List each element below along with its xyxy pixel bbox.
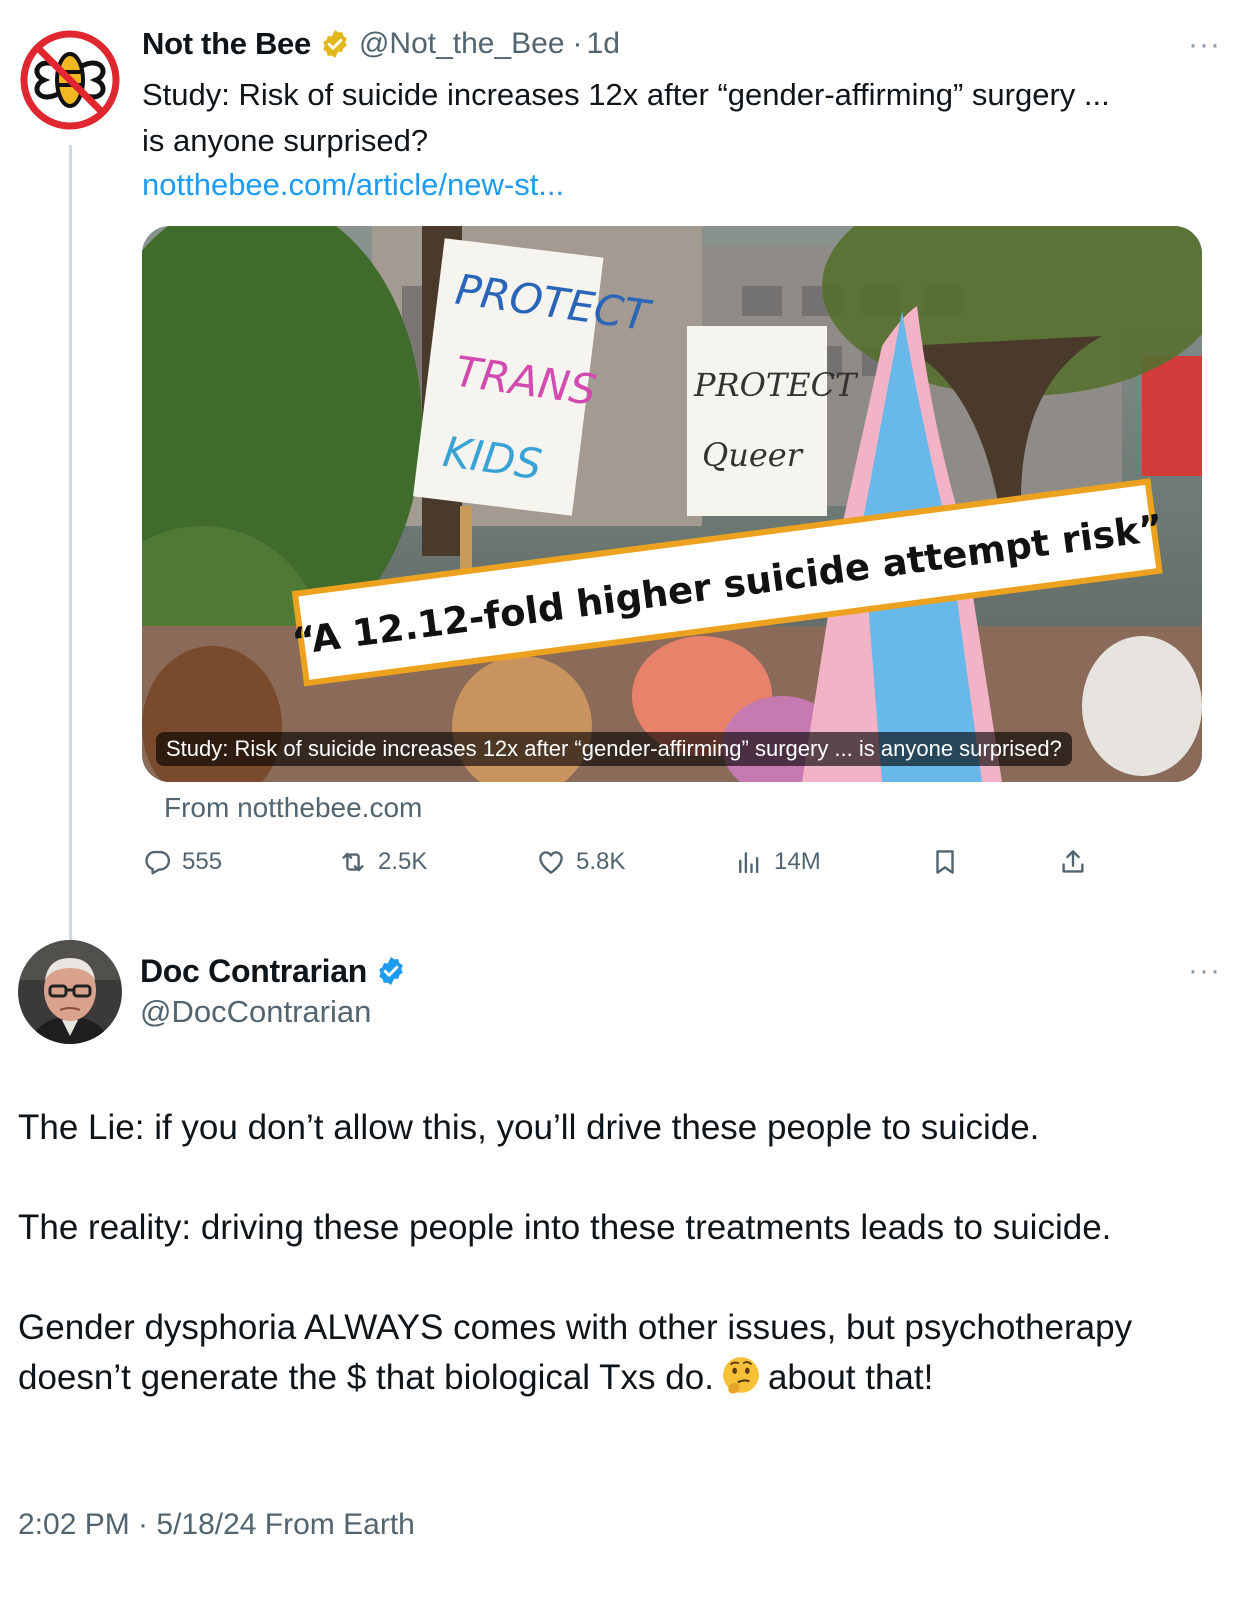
link-preview-card[interactable]: PROTECT TRANS KIDS PROTECT Queer “A 12.1… <box>142 226 1202 782</box>
parent-tweet-text: Study: Risk of suicide increases 12x aft… <box>142 72 1217 164</box>
repost-count: 2.5K <box>378 848 428 875</box>
views-button[interactable]: 14M <box>734 840 821 884</box>
author-handle[interactable]: @Not_the_Bee <box>359 27 565 61</box>
parent-text-line-1: Study: Risk of suicide increases 12x aft… <box>142 77 1110 112</box>
repost-button[interactable]: 2.5K <box>338 840 427 884</box>
like-button[interactable]: 5.8K <box>536 840 625 884</box>
repost-icon <box>342 852 364 872</box>
separator-dot: · <box>572 27 583 60</box>
main-author-name[interactable]: Doc Contrarian <box>140 953 367 990</box>
paragraph-3-text: Gender dysphoria ALWAYS comes with other… <box>18 1308 1133 1397</box>
relative-time[interactable]: 1d <box>587 27 620 61</box>
article-link[interactable]: notthebee.com/article/new-st... <box>142 162 564 208</box>
paragraph-the-lie: The Lie: if you don’t allow this, you’ll… <box>18 1108 1040 1147</box>
views-count: 14M <box>774 848 821 875</box>
paragraph-the-reality: The reality: driving these people into t… <box>18 1208 1112 1247</box>
card-image: PROTECT TRANS KIDS PROTECT Queer “A 12.1… <box>142 226 1202 782</box>
tweet-timestamp[interactable]: 2:02 PM · 5/18/24 From Earth <box>18 1505 415 1545</box>
reply-button[interactable]: 555 <box>142 840 222 884</box>
main-tweet-text: The Lie: if you don’t allow this, you’ll… <box>18 1103 1233 1403</box>
like-count: 5.8K <box>576 848 626 875</box>
analytics-bars-icon <box>739 852 759 874</box>
bookmark-button[interactable] <box>930 840 970 884</box>
parent-header: Not the Bee @Not_the_Bee · 1d <box>142 24 620 64</box>
bee-logo-icon <box>20 30 120 130</box>
quoted-parent-tweet[interactable]: Not the Bee @Not_the_Bee · 1d ··· Study:… <box>0 0 1249 945</box>
bookmark-icon <box>936 850 954 874</box>
heart-icon <box>539 851 563 874</box>
tweet-action-bar: 555 2.5K 5.8K 14M <box>142 840 1102 884</box>
portrait-photo <box>18 940 122 1044</box>
sign-right-line-2: Queer <box>702 436 804 474</box>
doc-contrarian-avatar[interactable] <box>18 940 122 1044</box>
verified-blue-badge-icon <box>375 955 407 987</box>
reply-icon <box>145 850 171 875</box>
more-options-icon[interactable]: ··· <box>1188 30 1221 60</box>
card-source[interactable]: From notthebee.com <box>164 790 422 826</box>
thread-connector-line <box>69 145 72 945</box>
parent-text-line-2: is anyone surprised? <box>142 123 429 158</box>
card-caption: Study: Risk of suicide increases 12x aft… <box>156 732 1072 766</box>
thinking-face-icon <box>720 1355 762 1397</box>
not-the-bee-avatar[interactable] <box>20 30 120 130</box>
main-author-handle[interactable]: @DocContrarian <box>140 993 371 1031</box>
author-name[interactable]: Not the Bee <box>142 26 311 62</box>
share-upload-icon <box>1062 850 1084 873</box>
reply-count: 555 <box>182 848 223 875</box>
sign-right-line-1: PROTECT <box>693 366 859 404</box>
share-button[interactable] <box>1058 840 1098 884</box>
paragraph-gender-dysphoria: Gender dysphoria ALWAYS comes with other… <box>18 1303 1233 1403</box>
main-author-row: Doc Contrarian <box>140 951 407 991</box>
paragraph-3-tail: about that! <box>767 1358 934 1397</box>
verified-gold-badge-icon <box>319 28 351 60</box>
main-more-options-icon[interactable]: ··· <box>1188 956 1221 986</box>
